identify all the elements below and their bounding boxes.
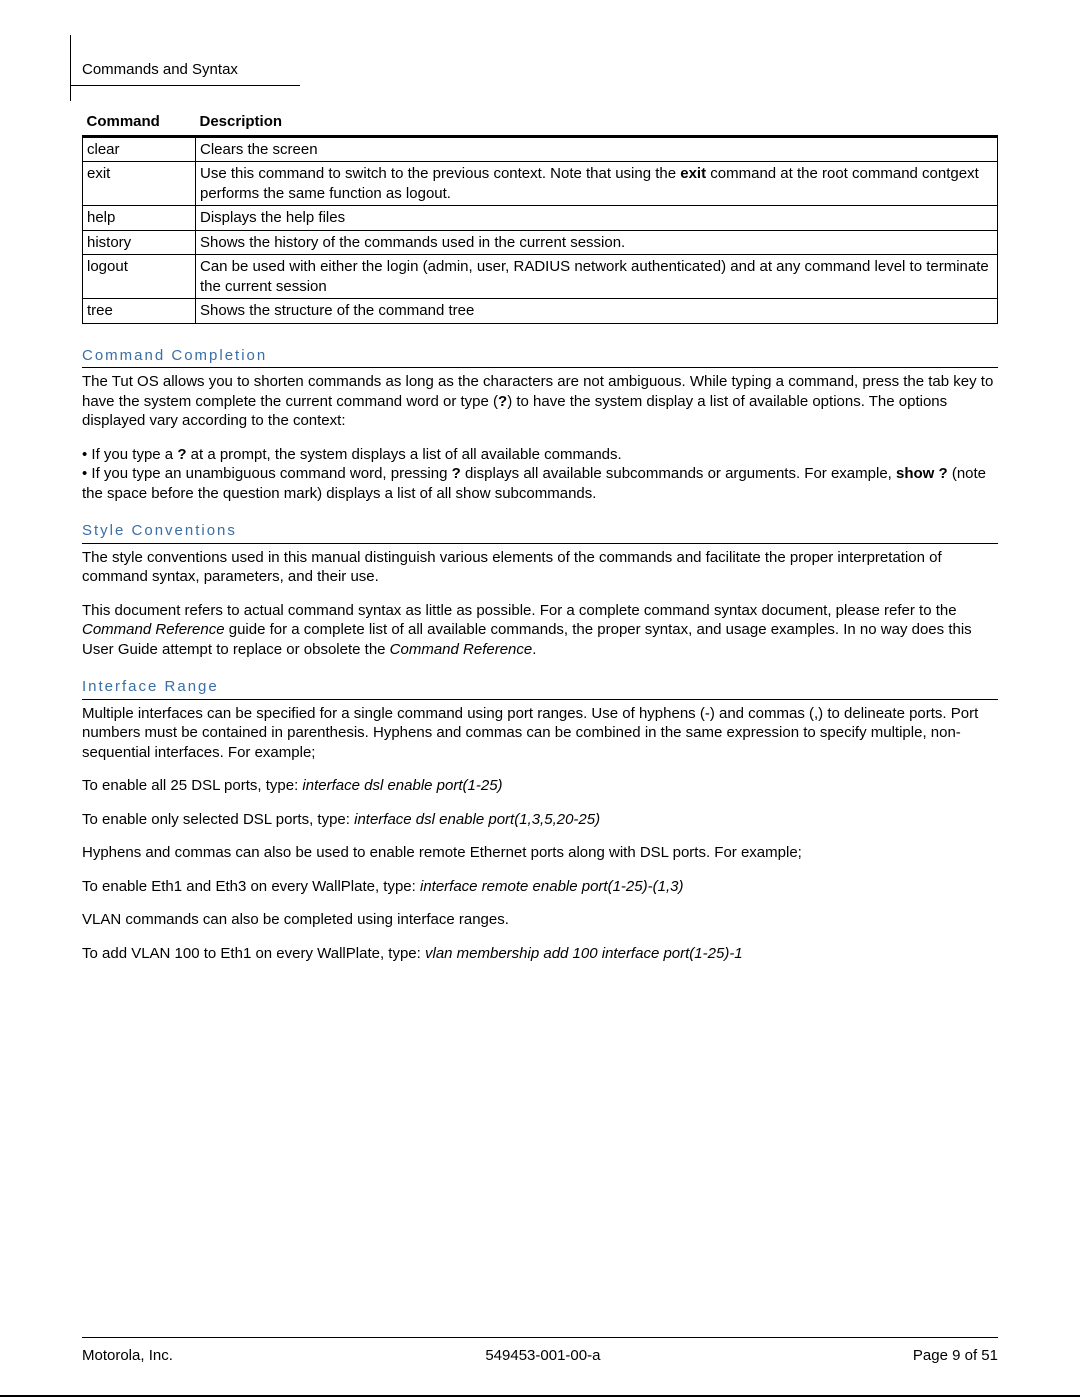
table-row: logout Can be used with either the login… (83, 255, 998, 299)
text: • If you type a (82, 446, 177, 463)
text: • If you type an unambiguous command wor… (82, 465, 452, 482)
table-row: help Displays the help files (83, 206, 998, 231)
cell-command: logout (83, 255, 196, 299)
cell-command: tree (83, 299, 196, 324)
footer-doc-id: 549453-001-00-a (485, 1346, 600, 1366)
table-row: exit Use this command to switch to the p… (83, 162, 998, 206)
paragraph: Multiple interfaces can be specified for… (82, 704, 998, 763)
italic-text: interface dsl enable port(1-25) (302, 777, 502, 794)
bullet-list: • If you type a ? at a prompt, the syste… (82, 445, 998, 504)
section-heading-style-conventions: Style Conventions (82, 521, 998, 544)
col-header-command: Command (83, 110, 196, 136)
table-row: tree Shows the structure of the command … (83, 299, 998, 324)
section-heading-command-completion: Command Completion (82, 346, 998, 369)
page-content: Command Description clear Clears the scr… (0, 0, 1080, 963)
text: . (532, 641, 536, 658)
paragraph: The style conventions used in this manua… (82, 548, 998, 587)
cell-command: history (83, 230, 196, 255)
text: This document refers to actual command s… (82, 602, 957, 619)
cell-command: help (83, 206, 196, 231)
cell-description: Use this command to switch to the previo… (196, 162, 998, 206)
text: To enable all 25 DSL ports, type: (82, 777, 302, 794)
cell-description: Shows the history of the commands used i… (196, 230, 998, 255)
paragraph: To enable all 25 DSL ports, type: interf… (82, 776, 998, 796)
bold-text: ? (452, 465, 461, 482)
italic-text: vlan membership add 100 interface port(1… (425, 945, 743, 962)
bullet-item: • If you type a ? at a prompt, the syste… (82, 445, 998, 465)
paragraph: This document refers to actual command s… (82, 601, 998, 660)
text: displays all available subcommands or ar… (461, 465, 896, 482)
cell-description: Displays the help files (196, 206, 998, 231)
cell-command: clear (83, 136, 196, 162)
page-footer: Motorola, Inc. 549453-001-00-a Page 9 of… (82, 1337, 998, 1366)
paragraph: To enable Eth1 and Eth3 on every WallPla… (82, 877, 998, 897)
page: Commands and Syntax Command Description … (0, 0, 1080, 1397)
text: Use this command to switch to the previo… (200, 165, 680, 182)
paragraph: The Tut OS allows you to shorten command… (82, 372, 998, 431)
table-header-row: Command Description (83, 110, 998, 136)
section-heading-interface-range: Interface Range (82, 677, 998, 700)
footer-page-number: Page 9 of 51 (913, 1346, 998, 1366)
italic-text: Command Reference (82, 621, 225, 638)
col-header-description: Description (196, 110, 998, 136)
paragraph: To enable only selected DSL ports, type:… (82, 810, 998, 830)
text: To enable Eth1 and Eth3 on every WallPla… (82, 878, 420, 895)
paragraph: VLAN commands can also be completed usin… (82, 910, 998, 930)
cell-description: Can be used with either the login (admin… (196, 255, 998, 299)
cell-command: exit (83, 162, 196, 206)
paragraph: To add VLAN 100 to Eth1 on every WallPla… (82, 944, 998, 964)
italic-text: Command Reference (390, 641, 533, 658)
cell-description: Clears the screen (196, 136, 998, 162)
bold-text: ? (498, 393, 507, 410)
italic-text: interface remote enable port(1-25)-(1,3) (420, 878, 683, 895)
page-header-title: Commands and Syntax (82, 60, 238, 80)
cell-description: Shows the structure of the command tree (196, 299, 998, 324)
table-row: history Shows the history of the command… (83, 230, 998, 255)
footer-company: Motorola, Inc. (82, 1346, 173, 1366)
header-rule-horizontal (70, 85, 300, 86)
text: To enable only selected DSL ports, type: (82, 811, 354, 828)
header-rule-vertical (70, 35, 71, 101)
italic-text: interface dsl enable port(1,3,5,20-25) (354, 811, 600, 828)
bold-text: show ? (896, 465, 948, 482)
bold-text: exit (680, 165, 706, 182)
bullet-item: • If you type an unambiguous command wor… (82, 464, 998, 503)
table-row: clear Clears the screen (83, 136, 998, 162)
text: at a prompt, the system displays a list … (186, 446, 621, 463)
text: To add VLAN 100 to Eth1 on every WallPla… (82, 945, 425, 962)
paragraph: Hyphens and commas can also be used to e… (82, 843, 998, 863)
command-table: Command Description clear Clears the scr… (82, 110, 998, 324)
